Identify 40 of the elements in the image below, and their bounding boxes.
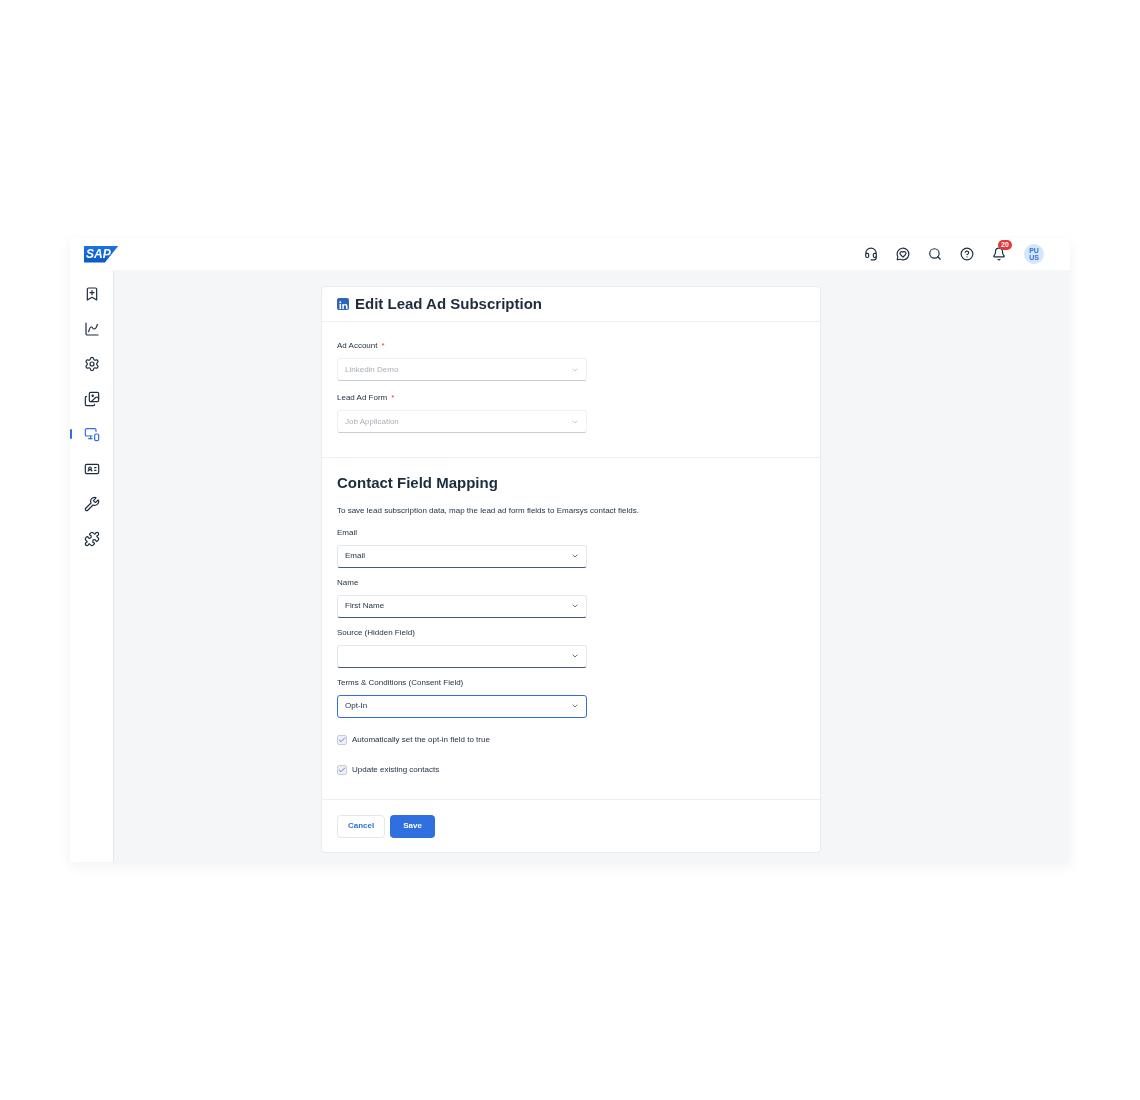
chevron-icon [571, 552, 579, 560]
field-label: Name [337, 576, 359, 589]
field-label: Source (Hidden Field) [337, 626, 415, 639]
chevron-icon [571, 652, 579, 660]
checkbox-label: Update existing contacts [352, 763, 440, 776]
headset-icon[interactable] [864, 247, 878, 261]
devices-icon[interactable] [83, 426, 100, 442]
field-label: Lead Ad Form [337, 392, 388, 404]
checkbox-label: Automatically set the opt-in field to true [352, 733, 490, 746]
required-mark: * [381, 340, 385, 352]
chevron-icon [571, 602, 579, 610]
linkedin-icon [337, 298, 349, 310]
wrench-icon[interactable] [83, 496, 100, 512]
notification-icon[interactable] [992, 247, 1006, 261]
puzzle-icon[interactable] [83, 531, 100, 547]
id-card-icon[interactable] [83, 461, 100, 477]
select-field[interactable]: First Name [337, 594, 587, 618]
search-icon[interactable] [928, 247, 942, 261]
select-field[interactable] [337, 644, 587, 668]
checkbox[interactable] [337, 734, 347, 745]
field-label: Terms & Conditions (Consent Field) [337, 676, 464, 689]
cancel-button[interactable]: Cancel [337, 814, 386, 838]
checkbox[interactable] [337, 764, 347, 775]
settings-icon[interactable] [83, 356, 100, 372]
field-label: Ad Account [337, 340, 378, 352]
help-icon[interactable] [960, 247, 974, 261]
dialog-title: Edit Lead Ad Subscription [355, 293, 542, 314]
required-mark: * [391, 392, 395, 404]
field-label: Email [337, 526, 357, 539]
select-field[interactable]: Email [337, 544, 587, 568]
images-icon[interactable] [83, 391, 100, 407]
chart-icon[interactable] [83, 321, 100, 337]
logo[interactable]: SAP [84, 245, 119, 263]
selected-indicator [70, 429, 72, 439]
select-field[interactable]: Opt-In [337, 694, 587, 718]
section-title: Contact Field Mapping [337, 473, 499, 493]
save-button[interactable]: Save [390, 814, 435, 838]
section-description: To save lead subscription data, map the lead ad form fields to Emarsys contact fields. [337, 504, 640, 517]
chat-icon[interactable] [896, 247, 910, 261]
chevron-icon [571, 702, 579, 710]
